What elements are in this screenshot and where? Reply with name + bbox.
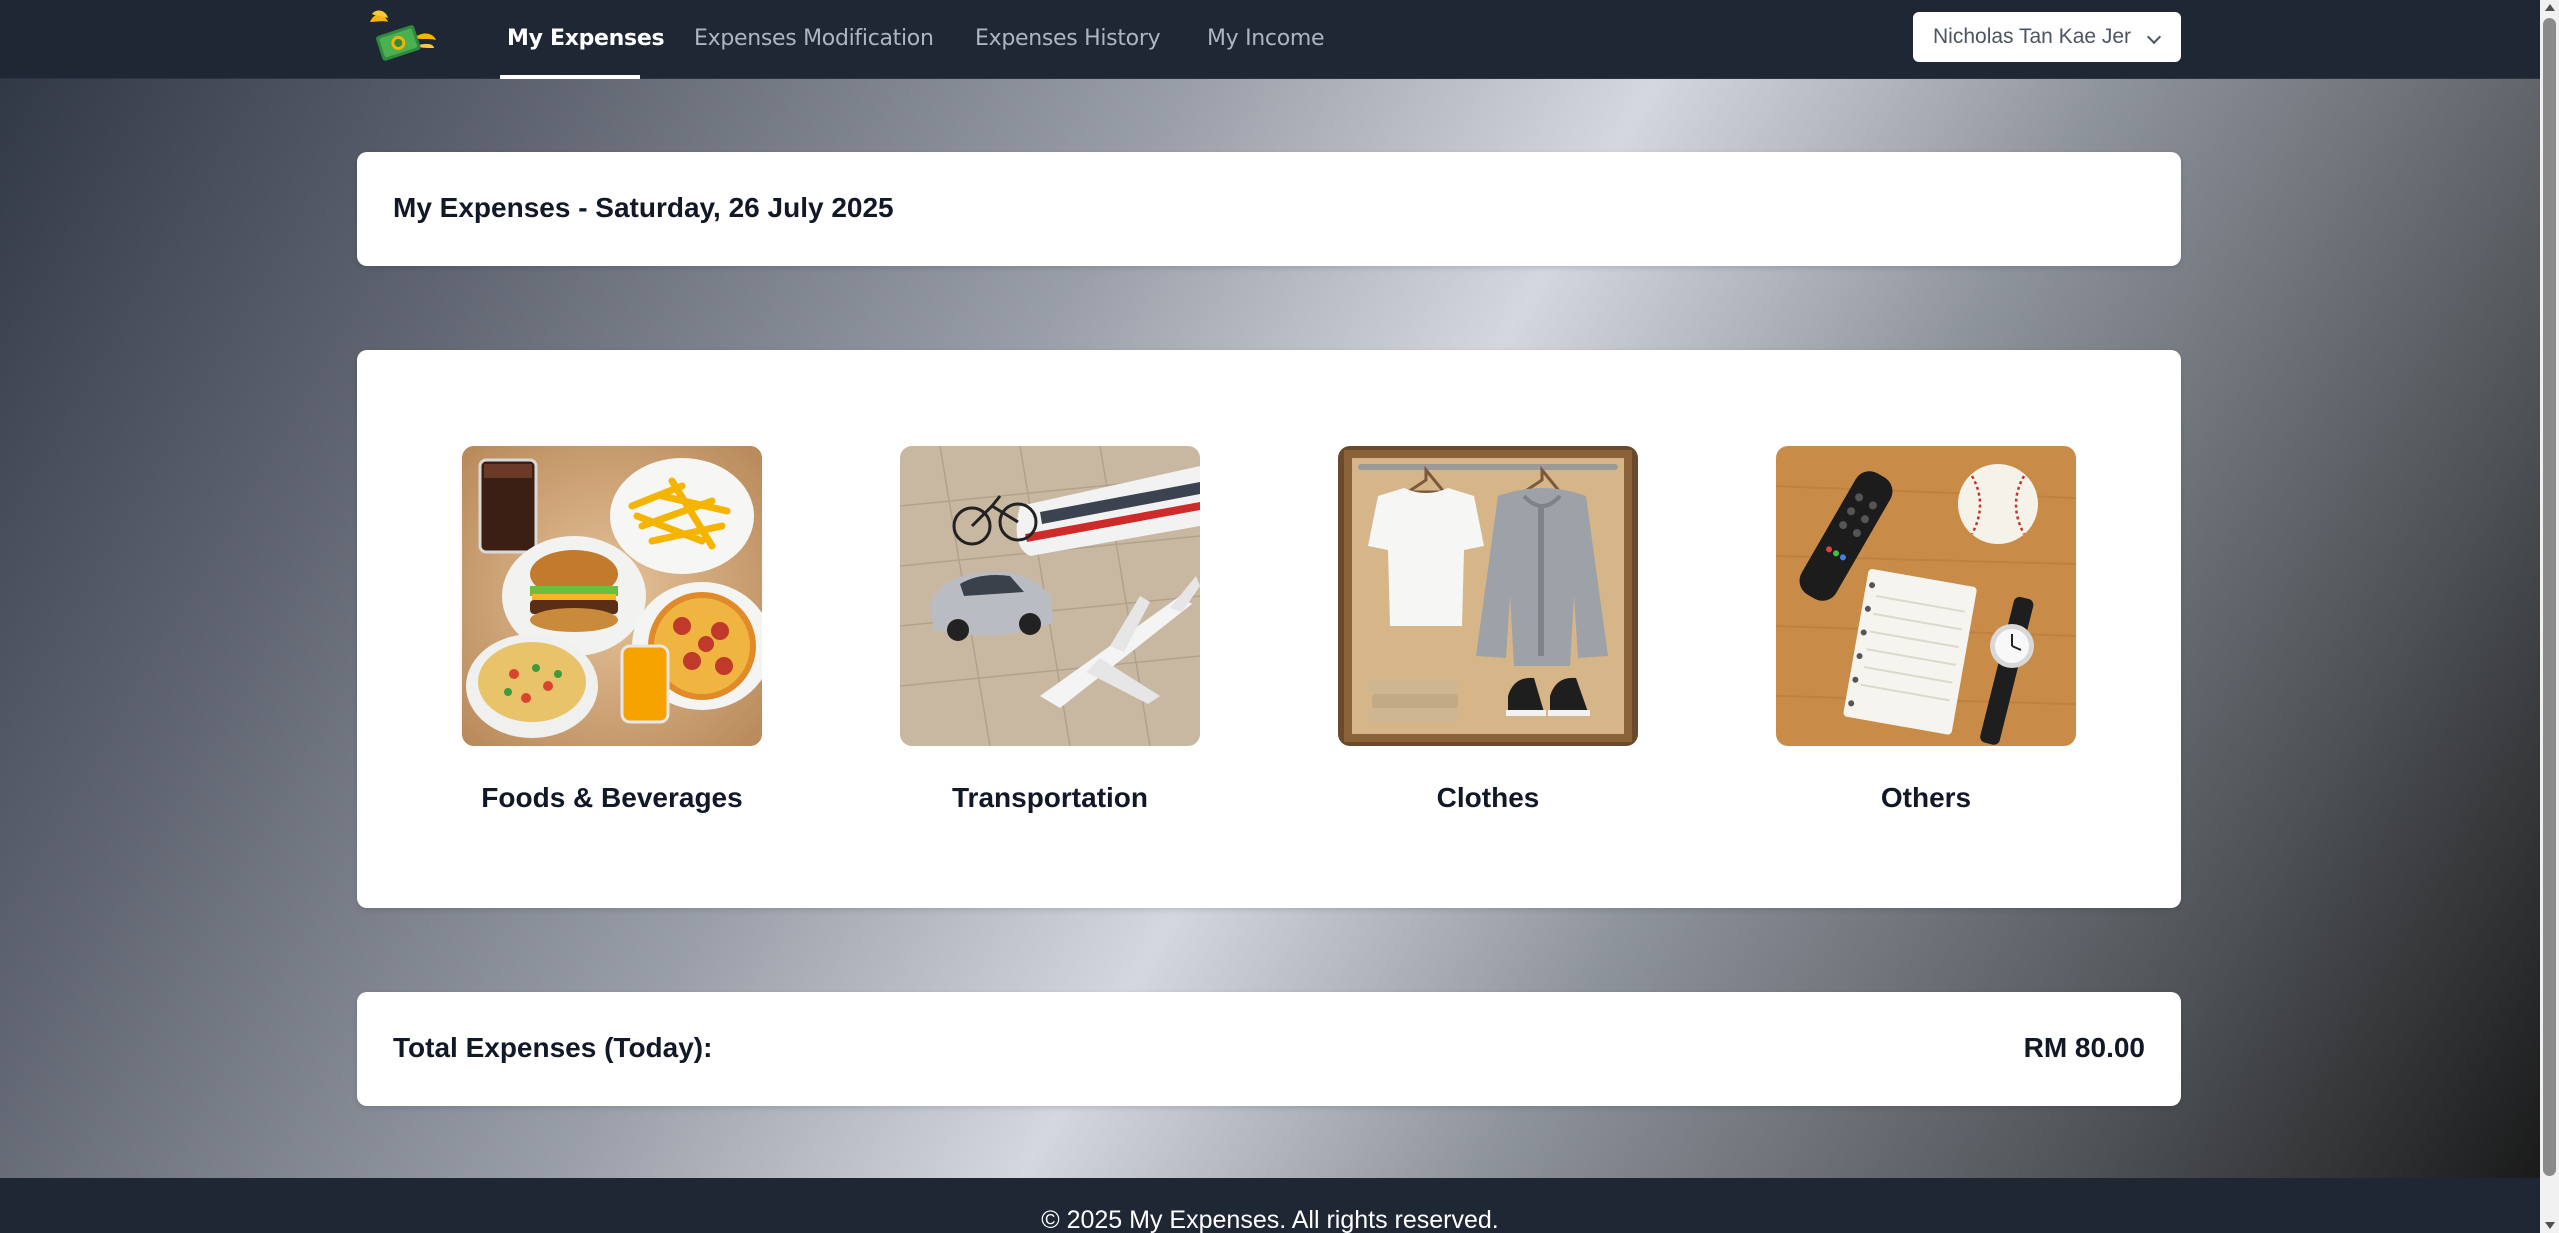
app-logo-icon[interactable] <box>364 8 438 64</box>
page-footer: © 2025 My Expenses. All rights reserved. <box>0 1178 2540 1233</box>
date-header-card: My Expenses - Saturday, 26 July 2025 <box>357 152 2181 266</box>
category-label: Clothes <box>1436 782 1540 813</box>
vertical-scrollbar[interactable] <box>2540 0 2559 1233</box>
category-label: Foods & Beverages <box>481 782 743 813</box>
transport-image[interactable] <box>900 446 1200 746</box>
top-navbar: My Expenses Expenses Modification Expens… <box>0 0 2540 79</box>
nav-my-income[interactable]: My Income <box>1207 0 1325 79</box>
scroll-down-icon[interactable] <box>2545 1222 2555 1229</box>
page-title: My Expenses - Saturday, 26 July 2025 <box>393 192 894 223</box>
others-image[interactable] <box>1776 446 2076 746</box>
total-label: Total Expenses (Today): <box>393 1032 713 1063</box>
user-name: Nicholas Tan Kae Jer <box>1933 25 2132 48</box>
chevron-down-icon <box>2146 29 2162 45</box>
categories-card: Foods & Beverages Transportation Clothes… <box>357 350 2181 908</box>
nav-my-expenses[interactable]: My Expenses <box>507 0 665 79</box>
food-image[interactable] <box>462 446 762 746</box>
category-foods-beverages[interactable]: Foods & Beverages <box>462 446 762 814</box>
category-clothes[interactable]: Clothes <box>1338 446 1638 814</box>
total-amount: RM 80.00 <box>2023 1032 2145 1063</box>
scrollbar-thumb[interactable] <box>2543 18 2556 1176</box>
active-tab-indicator <box>500 75 640 79</box>
category-label: Others <box>1880 782 1972 813</box>
category-others[interactable]: Others <box>1776 446 2076 814</box>
scroll-up-icon[interactable] <box>2545 4 2555 11</box>
category-label: Transportation <box>951 782 1148 813</box>
clothes-image[interactable] <box>1338 446 1638 746</box>
user-menu-dropdown[interactable]: Nicholas Tan Kae Jer <box>1913 12 2181 62</box>
nav-expenses-history[interactable]: Expenses History <box>975 0 1161 79</box>
category-transportation[interactable]: Transportation <box>900 446 1200 814</box>
nav-expenses-modification[interactable]: Expenses Modification <box>694 0 934 79</box>
footer-copyright: © 2025 My Expenses. All rights reserved. <box>1041 1206 1499 1233</box>
total-expenses-card: Total Expenses (Today): RM 80.00 <box>357 992 2181 1106</box>
